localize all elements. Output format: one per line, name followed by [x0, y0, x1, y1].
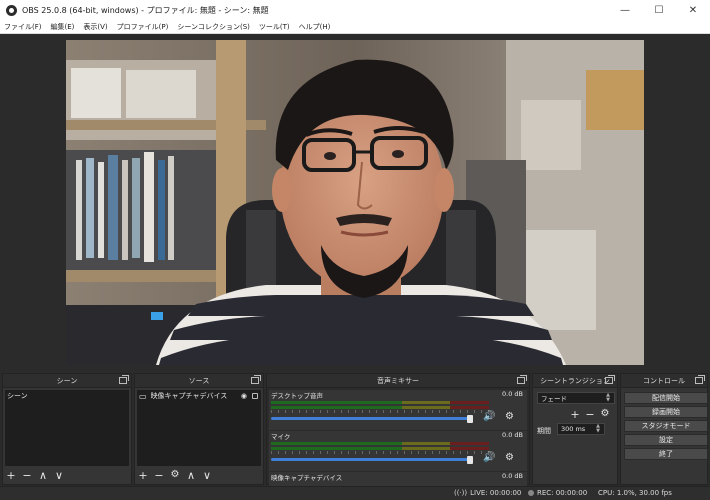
- title-bar: OBS 25.0.8 (64-bit, windows) - プロファイル: 無…: [0, 0, 710, 20]
- volume-meter: [271, 406, 489, 409]
- scene-transitions-dock: シーントランジション フェード ▲ ▼ + − ⚙ 期間 300 ms ▲ ▼: [532, 373, 618, 485]
- window-controls: — ☐ ✕: [608, 0, 710, 20]
- remove-transition-button[interactable]: −: [584, 408, 596, 420]
- video-preview[interactable]: [66, 40, 644, 365]
- window-title: OBS 25.0.8 (64-bit, windows) - プロファイル: 無…: [22, 5, 269, 15]
- mixer-dock-title: 音声ミキサー: [377, 376, 419, 385]
- cpu-status: CPU: 1.0%, 30.00 fps: [598, 489, 672, 497]
- transition-select[interactable]: フェード ▲ ▼: [537, 392, 615, 404]
- record-dot-icon: [528, 490, 534, 496]
- menu-file[interactable]: ファイル(F): [4, 22, 42, 32]
- live-status: ((·)) LIVE: 00:00:00: [454, 489, 522, 497]
- gear-icon[interactable]: ⚙: [599, 408, 611, 420]
- camera-icon: ▭: [139, 391, 147, 401]
- volume-meter: [271, 447, 489, 450]
- menu-profile[interactable]: プロファイル(P): [117, 22, 169, 32]
- volume-slider[interactable]: [271, 458, 469, 461]
- menu-edit[interactable]: 編集(E): [51, 22, 75, 32]
- mixer-channel: 映像キャプチャデバイス 0.0 dB: [269, 472, 527, 486]
- controls-dock-header: コントロール: [621, 374, 707, 388]
- mixer-body[interactable]: デスクトップ音声 0.0 dB 🔊 ⚙ マイク 0.0 dB 🔊 ⚙ 映像キャプ…: [267, 388, 529, 486]
- spin-arrows-icon[interactable]: ▲ ▼: [594, 424, 602, 434]
- sources-dock-header: ソース: [135, 374, 263, 388]
- remove-source-button[interactable]: −: [153, 469, 165, 481]
- undock-icon[interactable]: [251, 375, 261, 384]
- add-scene-button[interactable]: +: [5, 469, 17, 481]
- audio-mixer-dock: 音声ミキサー デスクトップ音声 0.0 dB 🔊 ⚙ マイク 0.0 dB 🔊 …: [266, 373, 530, 486]
- move-up-icon[interactable]: ∧: [185, 469, 197, 481]
- volume-icon[interactable]: 🔊: [483, 452, 495, 463]
- channel-name: マイク: [271, 433, 291, 441]
- add-transition-button[interactable]: +: [569, 408, 581, 420]
- start-recording-button[interactable]: 録画開始: [624, 406, 708, 418]
- transitions-dock-title: シーントランジション: [540, 376, 610, 385]
- duration-input[interactable]: 300 ms ▲ ▼: [557, 423, 605, 435]
- list-item[interactable]: シーン: [5, 390, 129, 402]
- eye-icon[interactable]: ◉: [241, 392, 247, 400]
- undock-icon[interactable]: [517, 375, 527, 384]
- gear-icon[interactable]: ⚙: [505, 452, 514, 463]
- status-bar: ((·)) LIVE: 00:00:00 REC: 00:00:00 CPU: 1…: [0, 486, 710, 500]
- remove-scene-button[interactable]: −: [21, 469, 33, 481]
- gear-icon[interactable]: ⚙: [505, 411, 514, 422]
- move-up-icon[interactable]: ∧: [37, 469, 49, 481]
- gear-icon[interactable]: ⚙: [169, 469, 181, 481]
- slider-handle[interactable]: [467, 415, 473, 423]
- mixer-dock-header: 音声ミキサー: [267, 374, 529, 388]
- scenes-dock: シーン シーン + − ∧ ∨: [2, 373, 132, 485]
- rec-status: REC: 00:00:00: [528, 489, 587, 497]
- undock-icon[interactable]: [695, 375, 705, 384]
- scenes-toolbar: + − ∧ ∨: [5, 468, 65, 482]
- volume-icon[interactable]: 🔊: [483, 411, 495, 422]
- volume-meter: [271, 401, 489, 404]
- sources-dock-title: ソース: [188, 376, 210, 385]
- undock-icon[interactable]: [119, 375, 129, 384]
- camera-feed-image: [66, 40, 644, 365]
- list-item[interactable]: ▭ 映像キャプチャデバイス ◉: [137, 390, 261, 402]
- scenes-dock-title: シーン: [56, 376, 78, 385]
- slider-handle[interactable]: [467, 456, 473, 464]
- channel-db: 0.0 dB: [502, 390, 523, 398]
- exit-button[interactable]: 終了: [624, 448, 708, 460]
- add-source-button[interactable]: +: [137, 469, 149, 481]
- volume-slider[interactable]: [271, 417, 469, 420]
- obs-logo-icon: [6, 4, 17, 16]
- scenes-list[interactable]: シーン: [5, 390, 129, 466]
- maximize-button[interactable]: ☐: [642, 0, 676, 20]
- sources-dock: ソース ▭ 映像キャプチャデバイス ◉ + − ⚙ ∧ ∨: [134, 373, 264, 485]
- menu-view[interactable]: 表示(V): [83, 22, 107, 32]
- broadcast-icon: ((·)): [454, 489, 468, 497]
- mixer-channel: デスクトップ音声 0.0 dB 🔊 ⚙: [269, 390, 527, 430]
- move-down-icon[interactable]: ∨: [201, 469, 213, 481]
- meter-ticks: [271, 451, 489, 454]
- meter-ticks: [271, 410, 489, 413]
- close-button[interactable]: ✕: [676, 0, 710, 20]
- menu-tools[interactable]: ツール(T): [259, 22, 290, 32]
- lock-icon[interactable]: [252, 393, 258, 399]
- volume-meter: [271, 442, 489, 445]
- menu-scene-collection[interactable]: シーンコレクション(S): [177, 22, 250, 32]
- channel-name: デスクトップ音声: [271, 392, 323, 400]
- start-streaming-button[interactable]: 配信開始: [624, 392, 708, 404]
- controls-dock-title: コントロール: [643, 376, 685, 385]
- sources-list[interactable]: ▭ 映像キャプチャデバイス ◉: [137, 390, 261, 466]
- spin-arrows-icon: ▲ ▼: [606, 392, 610, 403]
- menu-help[interactable]: ヘルプ(H): [299, 22, 331, 32]
- channel-name: 映像キャプチャデバイス: [271, 474, 343, 482]
- undock-icon[interactable]: [605, 375, 615, 384]
- preview-area: [0, 34, 710, 371]
- duration-label: 期間: [537, 427, 551, 435]
- settings-button[interactable]: 設定: [624, 434, 708, 446]
- sources-toolbar: + − ⚙ ∧ ∨: [137, 468, 213, 482]
- move-down-icon[interactable]: ∨: [53, 469, 65, 481]
- studio-mode-button[interactable]: スタジオモード: [624, 420, 708, 432]
- mixer-channel: マイク 0.0 dB 🔊 ⚙: [269, 431, 527, 471]
- channel-db: 0.0 dB: [502, 472, 523, 480]
- channel-db: 0.0 dB: [502, 431, 523, 439]
- transitions-dock-header: シーントランジション: [533, 374, 617, 388]
- scenes-dock-header: シーン: [3, 374, 131, 388]
- controls-dock: コントロール 配信開始 録画開始 スタジオモード 設定 終了: [620, 373, 708, 485]
- minimize-button[interactable]: —: [608, 0, 642, 20]
- menu-bar: ファイル(F) 編集(E) 表示(V) プロファイル(P) シーンコレクション(…: [0, 20, 710, 34]
